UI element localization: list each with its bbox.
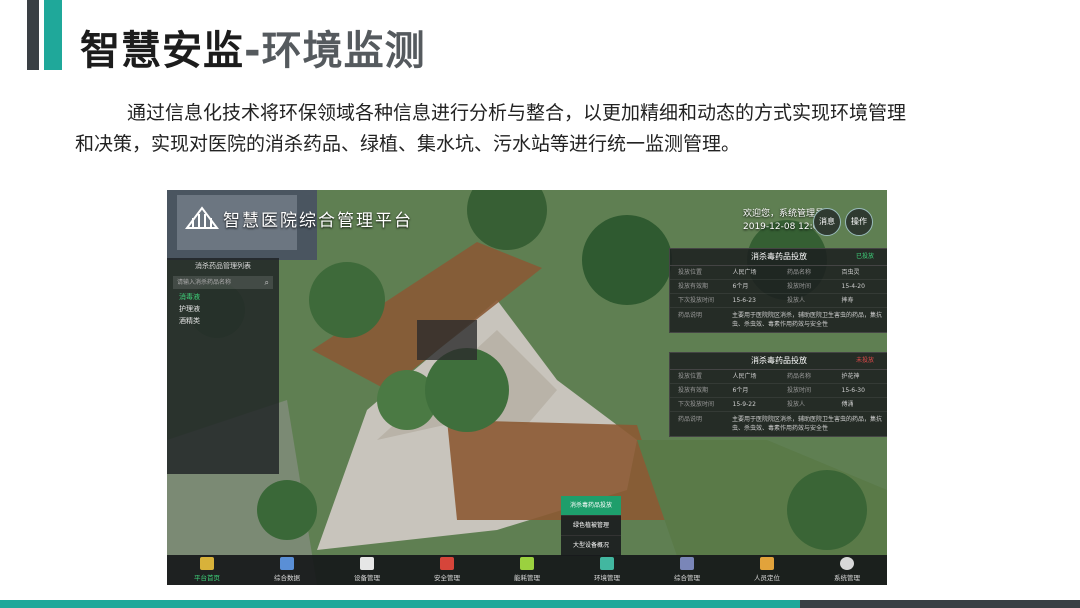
submenu-item-medicine[interactable]: 消杀毒药品投放 bbox=[561, 496, 621, 516]
nav-energy[interactable]: 能耗管理 bbox=[487, 555, 567, 585]
submenu-item-greenery[interactable]: 绿色植被管理 bbox=[561, 516, 621, 536]
monitor-icon bbox=[680, 557, 694, 570]
welcome-user: 欢迎您，系统管理员 bbox=[743, 209, 825, 219]
title-main: 智慧安监 bbox=[80, 28, 244, 74]
nav-data[interactable]: 综合数据 bbox=[247, 555, 327, 585]
device-icon bbox=[360, 557, 374, 570]
medicine-search-input[interactable]: 请输入消杀药品名称 ⌕ bbox=[173, 276, 273, 289]
title-accent-teal bbox=[44, 0, 62, 70]
medicine-description: 药品说明 主要用于医院院区消杀，辅助医院卫生害虫的药品，集抗虫、杀虫效、毒素作用药… bbox=[678, 416, 883, 432]
intro-paragraph: 通过信息化技术将环保领域各种信息进行分析与整合，以更加精细和动态的方式实现环境管… bbox=[75, 98, 995, 160]
nav-personnel[interactable]: 人员定位 bbox=[727, 555, 807, 585]
data-icon bbox=[280, 557, 294, 570]
messages-button[interactable]: 消息 bbox=[813, 208, 841, 236]
search-icon[interactable]: ⌕ bbox=[265, 276, 269, 289]
footer-accent-dark bbox=[800, 600, 1080, 608]
energy-icon bbox=[520, 557, 534, 570]
table-row: 下次投放时间 15-6-23 投放人 摔寿 bbox=[670, 294, 887, 308]
medicine-list-title: 消杀药品管理列表 bbox=[195, 262, 251, 270]
operate-button[interactable]: 操作 bbox=[845, 208, 873, 236]
panel-title: 消杀毒药品投放 未投放 bbox=[670, 353, 887, 370]
table-row: 投放位置 人民广场 药品名称 护花神 bbox=[670, 370, 887, 384]
map-icon bbox=[760, 557, 774, 570]
search-placeholder: 请输入消杀药品名称 bbox=[177, 279, 232, 286]
app-title: 智慧医院综合管理平台 bbox=[223, 211, 413, 231]
dispense-panel-top: 消杀毒药品投放 已投放 投放位置 人民广场 药品名称 百虫灵 投放有效期 6个月 投放时间… bbox=[669, 248, 887, 333]
platform-home-icon bbox=[200, 557, 214, 570]
panel-title: 消杀毒药品投放 已投放 bbox=[670, 249, 887, 266]
list-item[interactable]: 酒精类 bbox=[167, 315, 279, 327]
nav-security[interactable]: 安全管理 bbox=[407, 555, 487, 585]
nav-environment[interactable]: 环境管理 bbox=[567, 555, 647, 585]
title-sub: 环境监测 bbox=[261, 28, 426, 74]
status-badge: 未投放 bbox=[855, 357, 874, 364]
welcome-datetime: 2019-12-08 12:00 bbox=[743, 222, 825, 232]
paragraph-line-1: 通过信息化技术将环保领域各种信息进行分析与整合，以更加精细和动态的方式实现环境管… bbox=[127, 102, 907, 124]
nav-device[interactable]: 设备管理 bbox=[327, 555, 407, 585]
environment-icon bbox=[600, 557, 614, 570]
title-accent-dark bbox=[27, 0, 39, 70]
submenu-item-equipment[interactable]: 大型设备概况 bbox=[561, 536, 621, 556]
medicine-list-panel: 消杀药品管理列表 请输入消杀药品名称 ⌕ 消毒液 护理液 酒精类 bbox=[167, 258, 279, 474]
list-item[interactable]: 护理液 bbox=[167, 303, 279, 315]
footer-accent-teal bbox=[0, 600, 800, 608]
platform-screenshot: 智慧医院综合管理平台 欢迎您，系统管理员 2019-12-08 12:00 消息… bbox=[167, 190, 887, 585]
paragraph-line-2: 和决策，实现对医院的消杀药品、绿植、集水坑、污水站等进行统一监测管理。 bbox=[75, 133, 741, 155]
bottom-nav: 平台首页 综合数据 设备管理 安全管理 能耗管理 环境管理 综合管理 人员定位 … bbox=[167, 555, 887, 585]
security-icon bbox=[440, 557, 454, 570]
status-badge: 已投放 bbox=[855, 253, 874, 260]
medicine-description: 药品说明 主要用于医院院区消杀，辅助医院卫生害虫的药品，集抗虫、杀虫效、毒素作用药… bbox=[678, 312, 883, 328]
list-item[interactable]: 消毒液 bbox=[167, 291, 279, 303]
table-row: 投放位置 人民广场 药品名称 百虫灵 bbox=[670, 266, 887, 280]
welcome-info: 欢迎您，系统管理员 2019-12-08 12:00 bbox=[743, 208, 824, 234]
nav-comprehensive[interactable]: 综合管理 bbox=[647, 555, 727, 585]
nav-system[interactable]: 系统管理 bbox=[807, 555, 887, 585]
table-row: 下次投放时间 15-9-22 投放人 傅涌 bbox=[670, 398, 887, 412]
panel-title-text: 消杀毒药品投放 bbox=[751, 356, 807, 365]
table-row: 投放有效期 6个月 投放时间 15-4-20 bbox=[670, 280, 887, 294]
title-dash: - bbox=[244, 28, 262, 74]
table-row: 投放有效期 6个月 投放时间 15-6-30 bbox=[670, 384, 887, 398]
panel-title-text: 消杀毒药品投放 bbox=[751, 252, 807, 261]
nav-platform-home[interactable]: 平台首页 bbox=[167, 555, 247, 585]
gear-icon bbox=[840, 557, 854, 570]
dispense-panel-bottom: 消杀毒药品投放 未投放 投放位置 人民广场 药品名称 护花神 投放有效期 6个月 投放时间… bbox=[669, 352, 887, 437]
slide-title: 智慧安监-环境监测 bbox=[80, 18, 426, 76]
environment-submenu: 消杀毒药品投放 绿色植被管理 大型设备概况 bbox=[561, 496, 621, 556]
hospital-logo-icon bbox=[185, 206, 219, 229]
